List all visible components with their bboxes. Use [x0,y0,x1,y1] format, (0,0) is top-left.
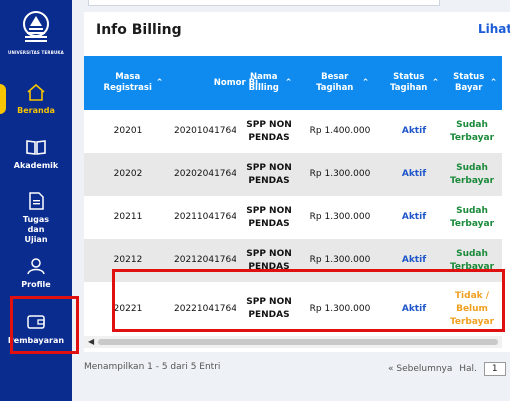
cell-besar: Rp 1.300.000 [309,212,371,222]
table-row: 20201 20201041764 SPP NON PENDAS Rp 1.40… [84,110,502,153]
document-icon [29,192,44,210]
cell-nama: SPP NON PENDAS [246,162,292,186]
cell-masa: 20201 [113,126,143,136]
sort-icon: ⌃ [284,77,293,88]
cell-besar: Rp 1.300.000 [309,169,371,179]
cell-bayar: Sudah Terbayar [449,162,495,186]
page-number-input[interactable]: 1 [483,362,506,376]
prev-page-button[interactable]: « Sebelumnya [388,364,452,374]
lihat-detail-link[interactable]: Lihat D [478,22,510,36]
cell-status: Aktif [401,169,427,179]
home-icon [27,83,45,101]
entries-summary: Menampilkan 1 - 5 dari 5 Entri [84,362,221,372]
cell-masa: 20202 [113,169,143,179]
nav-profile-label: Profile [21,280,51,289]
table-row: 20211 20211041764 SPP NON PENDAS Rp 1.30… [84,196,502,239]
cell-masa: 20211 [113,212,143,222]
user-icon [27,258,45,275]
cell-status: Aktif [401,212,427,222]
th-status-tagihan[interactable]: Status Tagihan ⌃ [386,56,442,110]
pagination: « Sebelumnya Hal. 1 [388,362,506,376]
th-besar-tagihan[interactable]: Besar Tagihan ⌃ [302,56,378,110]
highlight-box-pembayaran [10,296,79,354]
table-header: Masa Registrasi ⌃ Nomor Bi Nama Billing ⌃ … [84,56,502,110]
cell-nomor: 20211041764 [174,212,236,222]
nav-tugas-label: Tugas dan Ujian [22,215,50,244]
cell-status: Aktif [401,126,427,136]
table-row: 20202 20202041764 SPP NON PENDAS Rp 1.30… [84,153,502,196]
sort-icon: ⌃ [361,77,370,88]
nav-beranda[interactable]: Beranda [0,82,72,116]
nav-akademik-label: Akademik [13,161,59,170]
top-panel-edge [88,0,440,6]
scrollbar-thumb[interactable] [98,339,498,345]
university-logo [16,6,56,56]
sort-icon: ⌃ [155,77,164,88]
cell-nomor: 20201041764 [174,126,236,136]
nav-tugas-ujian[interactable]: Tugas dan Ujian [0,191,72,245]
th-status-bayar[interactable]: Status Bayar ⌃ [446,56,502,110]
highlight-box-row-20221 [112,269,505,332]
card-title: Info Billing [96,22,182,38]
nav-profile[interactable]: Profile [0,256,72,290]
sort-icon: ⌃ [431,77,440,88]
logo-icon [23,11,49,42]
cell-bayar: Sudah Terbayar [449,119,495,143]
page-label: Hal. [459,364,477,374]
horizontal-scrollbar[interactable]: ◀ [84,336,502,348]
th-masa-registrasi[interactable]: Masa Registrasi ⌃ [98,56,168,110]
cell-besar: Rp 1.400.000 [309,126,371,136]
cell-nama: SPP NON PENDAS [246,119,292,143]
book-icon [26,140,46,155]
th-nama-billing[interactable]: Nama Billing ⌃ [244,56,294,110]
cell-nama: SPP NON PENDAS [246,205,292,229]
scroll-left-icon[interactable]: ◀ [88,337,94,346]
sort-icon: ⌃ [489,77,498,88]
nav-beranda-label: Beranda [17,106,55,115]
logo-text: UNIVERSITAS TERBUKA [8,50,64,55]
cell-nomor: 20202041764 [174,169,236,179]
nav-akademik[interactable]: Akademik [0,137,72,171]
cell-bayar: Sudah Terbayar [449,205,495,229]
